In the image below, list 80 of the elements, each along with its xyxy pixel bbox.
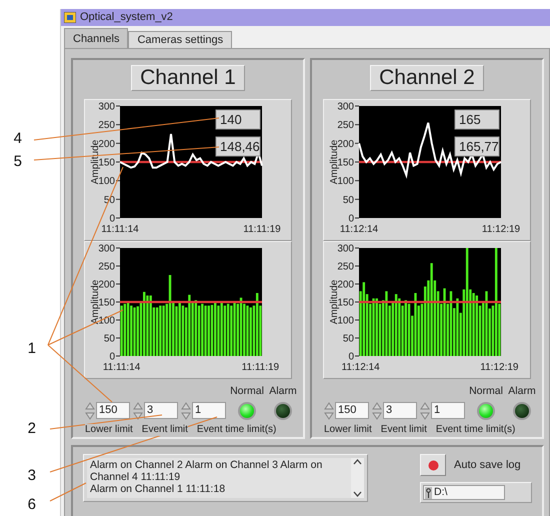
value-display: 165 <box>454 110 500 130</box>
path-icon <box>425 486 432 498</box>
tick-label: 11:11:14 <box>102 362 140 373</box>
scrollbar[interactable] <box>351 458 364 498</box>
axis-title: Amplitude <box>329 280 340 324</box>
indicator-label: Normal <box>230 384 264 399</box>
tick-label: 100 <box>98 316 115 326</box>
leader-line <box>50 482 86 502</box>
tick-label: 250 <box>337 120 354 132</box>
axis-title: Amplitude <box>90 140 101 184</box>
scroll-down-icon[interactable] <box>353 490 362 498</box>
numeric-field[interactable]: 1 <box>431 402 465 420</box>
tick-label: 300 <box>337 102 354 112</box>
callout-number: 1 <box>28 340 36 357</box>
app-icon <box>64 12 76 23</box>
tick-label: 300 <box>98 244 115 254</box>
record-button[interactable] <box>420 454 446 476</box>
tick-label: 150 <box>98 158 115 168</box>
tick-label: 200 <box>337 138 354 150</box>
tick-label: 150 <box>337 298 354 308</box>
tick-label: 250 <box>98 262 115 272</box>
tick-label: 0 <box>109 214 115 224</box>
tick-label: 150 <box>337 158 354 168</box>
tick-label: 100 <box>337 176 354 188</box>
field-label: Event time limit(s) <box>436 424 516 436</box>
value-display: 148,46 <box>216 136 260 156</box>
log-entry: Alarm on Channel 2 Alarm on Channel 3 Alarm on Channel 4 11:11:19 <box>90 459 324 483</box>
channel-title: Channel 1 <box>131 65 245 91</box>
value-display: 140 <box>216 110 260 130</box>
tick-label: 100 <box>337 316 354 326</box>
tick-label: 11:12:14 <box>342 362 380 373</box>
indicator-label: Alarm <box>269 384 297 399</box>
tick-label: 11:11:19 <box>243 224 281 235</box>
window-title: Optical_system_v2 <box>80 10 173 26</box>
tick-label: 250 <box>337 262 354 272</box>
tick-label: 200 <box>337 280 354 290</box>
indicator-label: Normal <box>469 384 503 399</box>
callout-number: 6 <box>28 496 36 513</box>
tick-label: 50 <box>342 334 354 344</box>
tick-label: 50 <box>342 194 354 206</box>
field-label: Event limit <box>142 424 188 436</box>
callout-number: 5 <box>14 153 22 170</box>
tab[interactable]: Channels <box>64 28 128 48</box>
scroll-up-icon[interactable] <box>353 458 362 466</box>
tick-label: 300 <box>337 244 354 254</box>
tick-label: 11:12:14 <box>340 224 378 235</box>
channel-title: Channel 2 <box>370 65 484 91</box>
numeric-field[interactable]: 150 <box>335 402 369 420</box>
numeric-field[interactable]: 150 <box>96 402 130 420</box>
path-control[interactable]: D:\ <box>420 482 532 503</box>
tab[interactable]: Cameras settings <box>128 31 232 48</box>
record-icon <box>428 460 438 470</box>
path-value: D:\ <box>434 484 448 500</box>
tick-label: 0 <box>348 214 354 224</box>
numeric-field[interactable]: 3 <box>144 402 178 420</box>
tick-label: 50 <box>104 334 115 344</box>
numeric-field[interactable]: 1 <box>192 402 226 420</box>
axis-title: Amplitude <box>329 140 340 184</box>
tick-label: 250 <box>98 120 115 132</box>
field-label: Event time limit(s) <box>196 424 276 436</box>
tick-label: 100 <box>98 176 115 188</box>
tick-label: 150 <box>98 298 115 308</box>
callout-number: 4 <box>14 130 22 147</box>
tick-label: 11:12:19 <box>482 224 520 235</box>
callout-number: 3 <box>28 467 36 484</box>
tick-label: 200 <box>98 138 115 150</box>
button-label: Auto save log <box>454 458 521 473</box>
log-entry: Alarm on Channel 1 11:11:18 <box>90 483 226 495</box>
callout-number: 2 <box>28 420 36 437</box>
tick-label: 11:12:19 <box>480 362 518 373</box>
axis-title: Amplitude <box>90 280 101 324</box>
numeric-field[interactable]: 3 <box>383 402 417 420</box>
tick-label: 300 <box>98 102 115 112</box>
tick-label: 11:11:19 <box>242 362 280 373</box>
tick-label: 200 <box>98 280 115 290</box>
tick-label: 0 <box>109 352 115 362</box>
indicator-label: Alarm <box>508 384 536 399</box>
tick-label: 0 <box>348 352 354 362</box>
tick-label: 11:11:14 <box>101 224 139 235</box>
value-display: 165,77 <box>454 136 500 156</box>
